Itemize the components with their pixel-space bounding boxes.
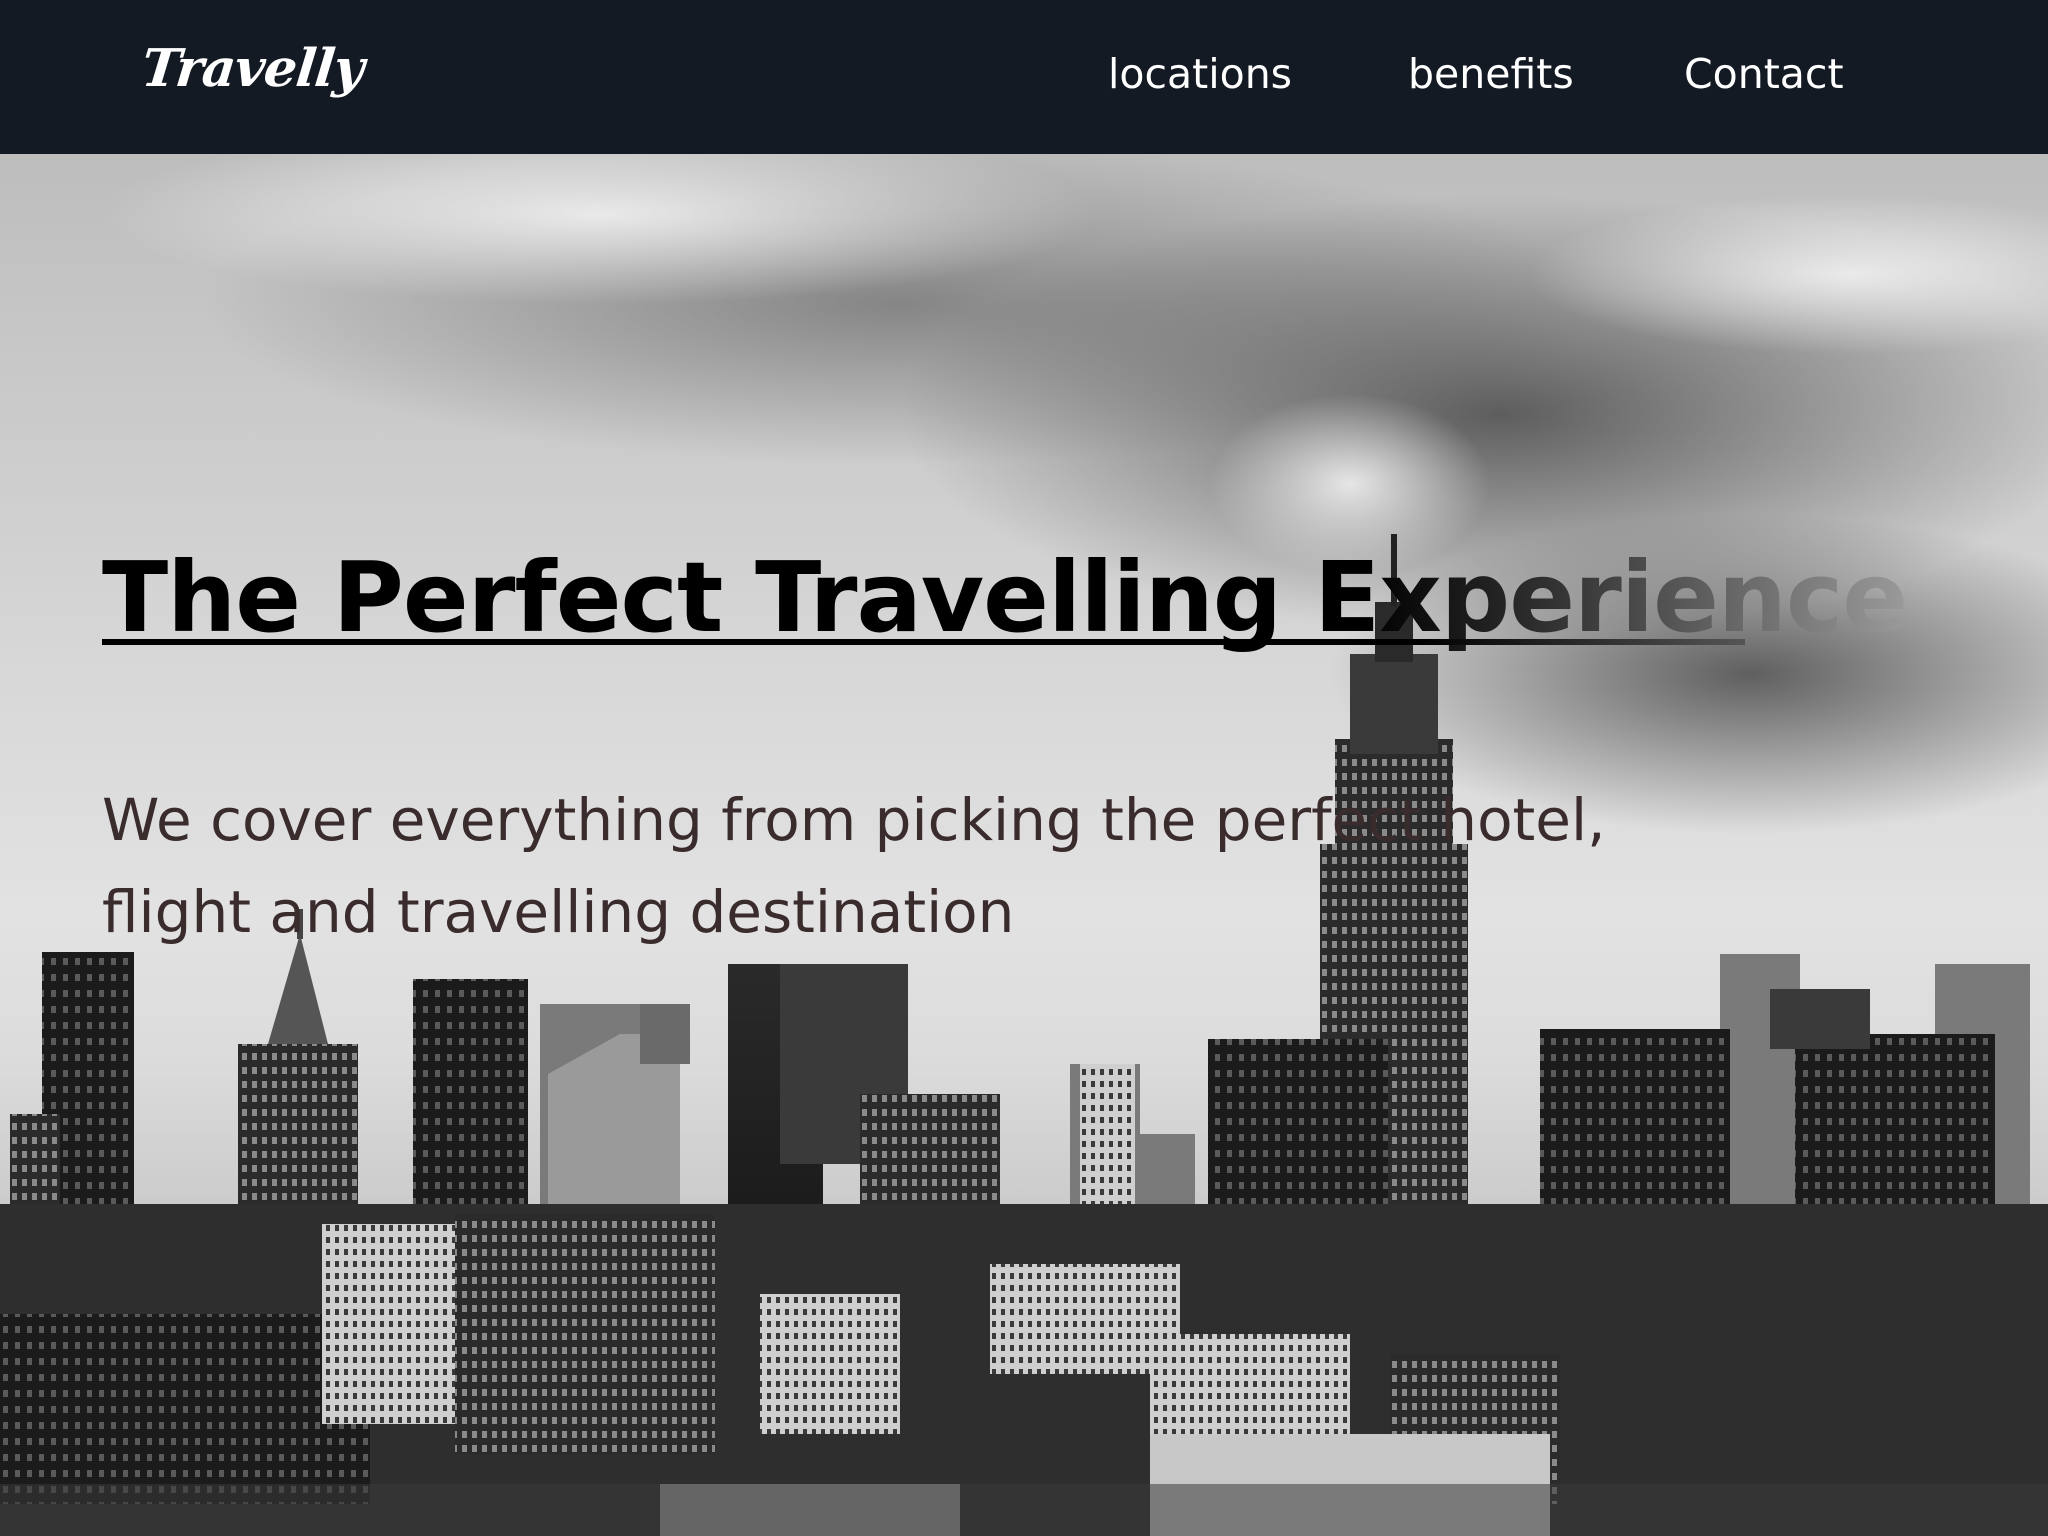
hero-title: The Perfect Travelling Experience <box>102 541 1908 654</box>
hero-title-underline <box>102 639 1745 645</box>
hero-subtitle-line-2: flight and travelling destination <box>102 878 1015 946</box>
nav-link-locations[interactable]: locations <box>1108 50 1292 98</box>
navbar: Travelly locations benefits Contact <box>0 0 2048 154</box>
nav-link-contact[interactable]: Contact <box>1684 50 1844 98</box>
hero-subtitle: We cover everything from picking the per… <box>102 774 1702 958</box>
nav-link-benefits[interactable]: benefits <box>1408 50 1574 98</box>
hero-section: The Perfect Travelling Experience We cov… <box>0 154 2048 1536</box>
brand-logo[interactable]: Travelly <box>139 38 366 99</box>
hero-subtitle-line-1: We cover everything from picking the per… <box>102 786 1606 854</box>
